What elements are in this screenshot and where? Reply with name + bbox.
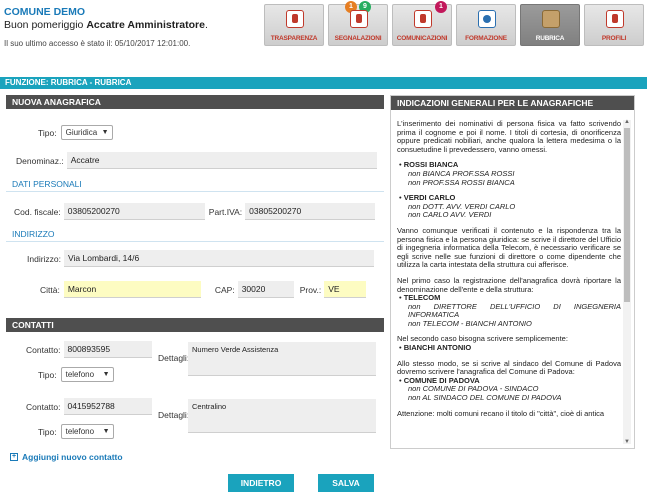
comune-name: COMUNE DEMO <box>4 6 86 18</box>
citta-field[interactable]: Marcon <box>63 281 201 298</box>
form-panel: NUOVA ANAGRAFICA Tipo: Giuridica ▼ Denom… <box>6 95 384 497</box>
tipo-label: Tipo: <box>38 127 57 138</box>
header-info: COMUNE DEMO Buon pomeriggio Accatre Ammi… <box>4 6 208 48</box>
dropdown-arrow-icon: ▼ <box>101 129 109 136</box>
prov-label: Prov.: <box>299 284 322 295</box>
tipo-label: Tipo: <box>38 369 57 380</box>
address-book-icon <box>542 10 560 28</box>
cod-fiscale-field[interactable]: 03805200270 <box>63 203 205 220</box>
back-button[interactable]: INDIETRO <box>228 474 294 492</box>
scroll-down-icon[interactable]: ▼ <box>624 439 630 445</box>
info-scrollbar[interactable]: ▲ ▼ <box>623 119 631 445</box>
last-access: Il suo ultimo accesso è stato il: 05/10/… <box>4 39 191 48</box>
partiva-field[interactable]: 03805200270 <box>245 203 376 220</box>
transparency-icon <box>286 10 304 28</box>
info-panel-header: INDICAZIONI GENERALI PER LE ANAGRAFICHE <box>391 96 634 110</box>
nav-rubrica[interactable]: RUBRICA <box>520 4 580 46</box>
dettagli-label: Dettagli: <box>158 410 190 420</box>
tipo-label: Tipo: <box>38 426 57 437</box>
communication-icon <box>414 10 432 28</box>
function-bar: FUNZIONE: RUBRICA - RUBRICA <box>0 77 647 89</box>
dropdown-arrow-icon: ▼ <box>102 371 110 378</box>
cap-field[interactable]: 30020 <box>237 281 294 298</box>
main-nav: TRASPARENZA 1 9 SEGNALAZIONI 1 COMUNICAZ… <box>264 1 644 46</box>
profile-icon <box>606 10 624 28</box>
tipo-select[interactable]: Giuridica ▼ <box>60 125 113 140</box>
indirizzo-field[interactable]: Via Lombardi, 14/6 <box>64 250 375 267</box>
divider <box>6 241 384 242</box>
denominaz-label: Denominaz.: <box>16 155 64 166</box>
contatto-tipo-select[interactable]: telefono ▼ <box>60 424 114 439</box>
dropdown-arrow-icon: ▼ <box>102 428 110 435</box>
indirizzo-heading: INDIRIZZO <box>12 229 55 239</box>
partiva-label: Part.IVA: <box>208 206 243 217</box>
section-header-nuova-anagrafica: NUOVA ANAGRAFICA <box>6 95 384 109</box>
nav-trasparenza[interactable]: TRASPARENZA <box>264 4 324 46</box>
contatto-field[interactable]: 800893595 <box>63 341 152 358</box>
denominaz-field[interactable]: Accatre <box>66 152 377 169</box>
nav-profili[interactable]: PROFILI <box>584 4 644 46</box>
report-icon <box>350 10 368 28</box>
prov-field[interactable]: VE <box>324 281 367 298</box>
info-panel: INDICAZIONI GENERALI PER LE ANAGRAFICHE … <box>390 95 635 449</box>
nav-formazione[interactable]: FORMAZIONE <box>456 4 516 46</box>
dati-personali-heading: DATI PERSONALI <box>12 179 82 189</box>
nav-segnalazioni[interactable]: 1 9 SEGNALAZIONI <box>328 1 388 46</box>
section-header-contatti: CONTATTI <box>6 318 384 332</box>
contatto-field[interactable]: 0415952788 <box>63 398 152 415</box>
notification-badge: 1 <box>435 1 447 13</box>
divider <box>6 191 384 192</box>
scroll-up-icon[interactable]: ▲ <box>624 119 630 125</box>
dettagli-textarea[interactable]: Centralino <box>188 399 376 433</box>
dettagli-textarea[interactable]: Numero Verde Assistenza <box>188 342 376 376</box>
scrollbar-thumb[interactable] <box>624 128 630 302</box>
save-button[interactable]: SALVA <box>318 474 374 492</box>
cod-fiscale-label: Cod. fiscale: <box>14 206 61 217</box>
training-icon <box>478 10 496 28</box>
nav-comunicazioni[interactable]: 1 COMUNICAZIONI <box>392 1 452 46</box>
indirizzo-label: Indirizzo: <box>27 253 62 264</box>
add-contact-link[interactable]: + Aggiungi nuovo contatto <box>10 452 123 462</box>
contatto-tipo-select[interactable]: telefono ▼ <box>60 367 114 382</box>
contatto-label: Contatto: <box>26 401 61 412</box>
info-text: L'inserimento dei nominativi di persona … <box>397 120 621 418</box>
cap-label: CAP: <box>214 284 235 295</box>
user-name: Accatre Amministratore <box>86 19 205 31</box>
contatto-label: Contatto: <box>26 344 61 355</box>
plus-icon: + <box>10 453 18 461</box>
greeting: Buon pomeriggio Accatre Amministratore. <box>4 19 208 31</box>
citta-label: Città: <box>40 284 60 295</box>
dettagli-label: Dettagli: <box>158 353 190 363</box>
